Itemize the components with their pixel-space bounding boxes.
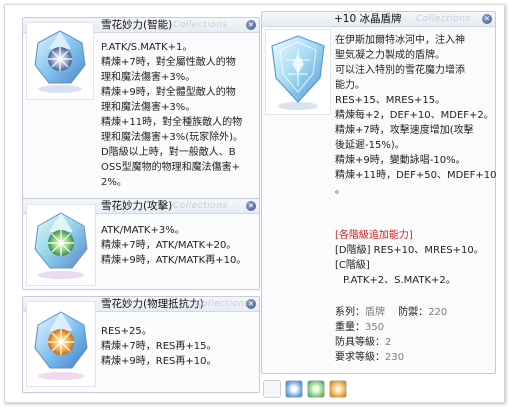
stat-value: 220 [428, 307, 448, 318]
desc-line: RES+15、MRES+15。 [335, 95, 446, 106]
desc-line: 精煉每+2，DEF+10、MDEF+2。 [335, 110, 494, 121]
stat-value: 230 [385, 352, 405, 363]
shield-description: 在伊斯加爾特冰河中，注入神 聖気凝之力製成的盾牌。 可以注入特別的雪花魔力增添 … [335, 33, 496, 198]
item-image-frame [265, 29, 331, 115]
desc-line: RES+25。 [101, 326, 152, 337]
desc-line: 能力。 [335, 80, 365, 91]
desc-line: 精煉+9時，變動詠唱-10%。 [335, 155, 466, 166]
desc-line: 精煉+9時，RES再+10。 [101, 356, 217, 367]
close-icon[interactable]: ✕ [246, 299, 256, 309]
watermark-text: Collections [195, 299, 250, 309]
item-description: ATK/MATK+3%。 精煉+7時，ATK/MATK+20。 精煉+9時，AT… [101, 223, 246, 268]
stat-label: 防禦： [398, 307, 429, 318]
item-image-frame [26, 204, 96, 286]
desc-line: 精煉+7時，ATK/MATK+20。 [101, 240, 237, 251]
stat-label: 要求等級： [335, 352, 385, 363]
item-tooltip-intelligence: 雪花妙力(智能) Collections ✕ P.ATK/S.MATK+1。 精… [22, 17, 260, 205]
item-image-frame [26, 22, 94, 100]
desc-line: 在伊斯加爾特冰河中，注入神 [335, 35, 465, 46]
watermark-text: Collections [173, 20, 228, 30]
screenshot-frame: 雪花妙力(智能) Collections ✕ P.ATK/S.MATK+1。 精… [4, 4, 505, 403]
desc-line: 理和魔法傷害+3%。 [101, 102, 196, 113]
item-tooltip-attack: 雪花妙力(攻擊) Collections ✕ ATK/MATK+3%。 精煉+7… [22, 198, 260, 290]
watermark-text: Collections [416, 14, 471, 24]
item-image-frame [26, 301, 96, 387]
desc-line: 精煉+9時，ATK/MATK再+10。 [101, 255, 247, 266]
stat-row-armor-level: 防具等級：2 [335, 335, 447, 350]
item-tooltip-shield: +10 冰晶盾牌 Collections ✕ 在伊斯加爾特冰河中，注入神 聖気凝… [261, 11, 496, 374]
tooltip-title: 雪花妙力(智能) [101, 19, 173, 31]
stat-row-required-level: 要求等級：230 [335, 350, 447, 365]
tooltip-title: +10 冰晶盾牌 [334, 13, 402, 25]
grade-bonus-header: [各階級追加能力] [335, 230, 413, 241]
desc-line: 。 [335, 185, 345, 196]
stat-label: 重量： [335, 322, 365, 333]
desc-line: OSS型魔物的物理和魔法傷害+ [101, 162, 240, 173]
desc-line: 精煉+7時，對全屬性敵人的物 [101, 57, 236, 68]
green-snowflake-gem-icon [34, 212, 88, 279]
desc-line: 後延遲-15%)。 [335, 140, 405, 151]
tooltip-titlebar[interactable]: +10 冰晶盾牌 Collections ✕ [262, 12, 495, 27]
stat-value: 2 [385, 337, 392, 348]
desc-line: 可以注入特別的雪花魔力增添 [335, 65, 465, 76]
empty-slot[interactable] [263, 380, 281, 398]
item-description: P.ATK/S.MATK+1。 精煉+7時，對全屬性敵人的物 理和魔法傷害+3%… [101, 40, 243, 190]
tooltip-title: 雪花妙力(攻擊) [101, 200, 173, 212]
close-icon[interactable]: ✕ [482, 14, 492, 24]
grade-line: P.ATK+2、S.MATK+2。 [343, 275, 456, 286]
desc-line: P.ATK/S.MATK+1。 [101, 42, 193, 53]
orange-snowflake-gem-icon [34, 311, 88, 380]
desc-line: 理和魔法傷害+3%(玩家除外)。 [101, 132, 244, 143]
desc-line: 精煉+7時，RES再+15。 [101, 341, 217, 352]
desc-line: 理和魔法傷害+3%。 [101, 72, 196, 83]
stat-label: 系列： [335, 307, 365, 318]
slot-orange-gem-icon[interactable] [329, 380, 347, 398]
item-tooltip-resist: 雪花妙力(物理抵抗力) Collections ✕ RES+25。 精煉+7時，… [22, 296, 260, 393]
desc-line: 聖気凝之力製成的盾牌。 [335, 50, 445, 61]
stat-label: 防具等級： [335, 337, 385, 348]
desc-line: ATK/MATK+3%。 [101, 225, 185, 236]
desc-line: 精煉+7時，攻擊速度增加(攻擊 [335, 125, 474, 136]
stat-row-weight: 重量：350 [335, 320, 447, 335]
slot-blue-gem-icon[interactable] [285, 380, 303, 398]
close-icon[interactable]: ✕ [246, 201, 256, 211]
grade-line: [D階級] RES+10、MRES+10。 [335, 245, 484, 256]
desc-line: 精煉+11時，對全種族敵人的物 [101, 117, 243, 128]
desc-line: 精煉+9時，對全體型敵人的物 [101, 87, 236, 98]
stat-value: 盾牌 [365, 307, 385, 318]
desc-line: 2%。 [101, 177, 127, 188]
desc-line: D階級以上時，對一般敵人、B [101, 147, 236, 158]
grade-bonus-section: [各階級追加能力] [D階級] RES+10、MRES+10。 [C階級] P.… [335, 228, 484, 288]
watermark-text: Collections [173, 201, 228, 211]
socket-slots [263, 378, 493, 400]
desc-line: 精煉+11時，DEF+50、MDEF+10 [335, 170, 497, 181]
blue-snowflake-gem-icon [34, 30, 86, 93]
grade-line: [C階級] [335, 260, 370, 271]
ice-crystal-shield-icon [271, 35, 325, 110]
item-stats: 系列：盾牌 防禦：220 重量：350 防具等級：2 要求等級：230 [335, 305, 447, 365]
close-icon[interactable]: ✕ [246, 20, 256, 30]
slot-green-gem-icon[interactable] [307, 380, 325, 398]
stat-row-type: 系列：盾牌 防禦：220 [335, 305, 447, 320]
tooltip-title: 雪花妙力(物理抵抗力) [101, 298, 204, 310]
item-description: RES+25。 精煉+7時，RES再+15。 精煉+9時，RES再+10。 [101, 324, 216, 369]
stat-value: 350 [365, 322, 385, 333]
